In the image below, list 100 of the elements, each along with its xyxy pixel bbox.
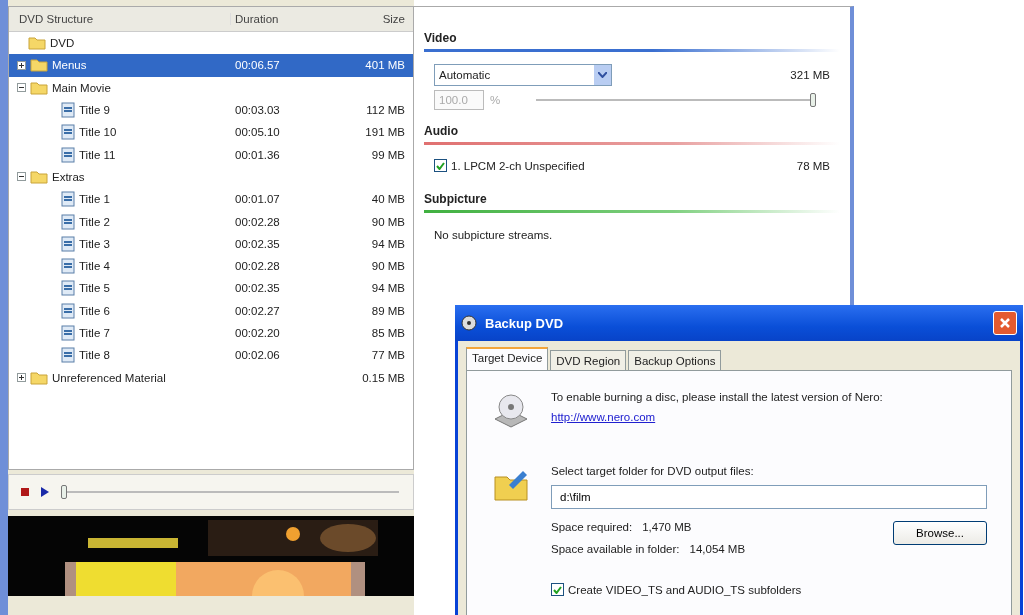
duration-cell: 00:02.35 bbox=[235, 282, 280, 295]
percent-unit: % bbox=[490, 94, 501, 106]
collapse-icon[interactable] bbox=[17, 83, 26, 93]
folder-field[interactable]: d:\film bbox=[551, 485, 987, 509]
size-cell: 89 MB bbox=[371, 304, 405, 317]
tree-label: Title 4 bbox=[79, 260, 110, 273]
tree-row[interactable]: Extras bbox=[9, 165, 413, 189]
column-header[interactable]: DVD Structure bbox=[9, 13, 230, 25]
slider-thumb[interactable] bbox=[810, 93, 816, 107]
tree-label: Extras bbox=[52, 170, 85, 183]
film-file-icon bbox=[61, 191, 75, 208]
duration-cell: 00:06.57 bbox=[235, 59, 280, 72]
tree-row[interactable]: Title 8 00:02.06 77 MB bbox=[9, 344, 413, 367]
folder-icon bbox=[30, 58, 48, 73]
tree-label: Title 9 bbox=[79, 104, 110, 117]
collapse-icon[interactable] bbox=[17, 172, 26, 182]
size-cell: 401 MB bbox=[365, 59, 405, 72]
tree-label: Title 2 bbox=[79, 215, 110, 228]
film-file-icon bbox=[61, 102, 75, 119]
field-label: Space required: bbox=[551, 521, 633, 533]
tree-row[interactable]: Title 2 00:02.28 90 MB bbox=[9, 210, 413, 233]
duration-cell: 00:02.27 bbox=[235, 304, 280, 317]
tree-row[interactable]: Title 10 00:05.10 191 MB bbox=[9, 121, 413, 144]
duration-cell: 00:02.06 bbox=[235, 349, 280, 362]
play-icon[interactable] bbox=[41, 487, 49, 497]
size-cell: 90 MB bbox=[371, 260, 405, 273]
section-heading: Audio bbox=[424, 124, 459, 138]
tree-label: Title 6 bbox=[79, 304, 110, 317]
film-file-icon bbox=[61, 235, 75, 252]
empty-message: No subpicture streams. bbox=[433, 228, 554, 243]
tree-label: DVD bbox=[50, 37, 75, 50]
duration-cell: 00:01.36 bbox=[235, 148, 280, 161]
field-label: Space available in folder: bbox=[551, 543, 680, 555]
disc-icon bbox=[461, 315, 477, 331]
section-heading: Video bbox=[424, 31, 458, 45]
size-cell: 0.15 MB bbox=[362, 371, 405, 384]
dialog-title: Backup DVD bbox=[485, 315, 565, 331]
column-header[interactable]: Duration bbox=[230, 13, 335, 25]
section-heading: Subpicture bbox=[424, 192, 488, 206]
film-file-icon bbox=[61, 146, 75, 163]
size-cell: 112 MB bbox=[366, 104, 405, 117]
size-cell: 191 MB bbox=[365, 126, 405, 139]
tab[interactable]: Backup Options bbox=[628, 350, 722, 370]
tree-row[interactable]: DVD bbox=[9, 32, 413, 55]
tab[interactable]: Target Device bbox=[466, 347, 549, 370]
film-file-icon bbox=[61, 124, 75, 141]
web-link[interactable]: http://www.nero.com bbox=[551, 411, 656, 423]
folder-icon bbox=[30, 169, 48, 184]
size-cell: 85 MB bbox=[371, 327, 405, 339]
checkbox[interactable] bbox=[434, 159, 447, 172]
caret-icon bbox=[598, 72, 607, 78]
tree-row[interactable]: Title 5 00:02.35 94 MB bbox=[9, 277, 413, 300]
size-value: 321 MB bbox=[790, 69, 830, 81]
field-label: Select target folder for DVD output files: bbox=[551, 465, 755, 477]
size-cell: 40 MB bbox=[371, 193, 405, 206]
tree-row[interactable]: Title 4 00:02.28 90 MB bbox=[9, 254, 413, 278]
tree-label: Title 8 bbox=[79, 349, 110, 362]
close-icon bbox=[999, 317, 1011, 329]
expand-icon[interactable] bbox=[17, 60, 26, 70]
tree-row[interactable]: Menus 00:06.57 401 MB bbox=[9, 54, 413, 77]
space-value: 14,054 MB bbox=[689, 543, 746, 555]
slider-thumb[interactable] bbox=[61, 485, 67, 499]
film-file-icon bbox=[61, 302, 75, 319]
folder-icon bbox=[30, 370, 48, 385]
duration-cell: 00:01.07 bbox=[235, 193, 280, 206]
duration-cell: 00:02.35 bbox=[235, 237, 280, 250]
tab[interactable]: DVD Region bbox=[550, 350, 627, 370]
column-header[interactable]: Size bbox=[335, 13, 413, 25]
duration-cell: 00:05.10 bbox=[235, 126, 280, 139]
size-value: 78 MB bbox=[796, 159, 830, 172]
checkbox[interactable] bbox=[551, 583, 564, 596]
tree-label: Unreferenced Material bbox=[52, 371, 166, 384]
film-file-icon bbox=[61, 347, 75, 364]
tree-label: Title 10 bbox=[79, 126, 117, 139]
tree-row[interactable]: Title 11 00:01.36 99 MB bbox=[9, 143, 413, 166]
film-file-icon bbox=[61, 213, 75, 230]
tree-row[interactable]: Main Movie bbox=[9, 76, 413, 99]
folder-icon bbox=[28, 36, 46, 51]
duration-cell: 00:03.03 bbox=[235, 104, 280, 117]
tree-row[interactable]: Title 6 00:02.27 89 MB bbox=[9, 299, 413, 322]
tree-row[interactable]: Title 9 00:03.03 112 MB bbox=[9, 98, 413, 122]
tree-label: Main Movie bbox=[52, 81, 111, 94]
tree-row[interactable]: Title 3 00:02.35 94 MB bbox=[9, 232, 413, 255]
size-cell: 94 MB bbox=[371, 237, 405, 250]
film-file-icon bbox=[61, 258, 75, 275]
tree-label: Title 3 bbox=[79, 237, 110, 250]
stream-label: 1. LPCM 2-ch Unspecified bbox=[451, 159, 585, 172]
tree-label: Title 7 bbox=[79, 327, 110, 339]
browse-button[interactable]: Browse... bbox=[893, 521, 987, 545]
duration-cell: 00:02.28 bbox=[235, 215, 280, 228]
size-cell: 94 MB bbox=[371, 282, 405, 295]
close-button[interactable] bbox=[993, 311, 1017, 335]
tree-row[interactable]: Title 7 00:02.20 85 MB bbox=[9, 321, 413, 345]
expand-icon[interactable] bbox=[17, 373, 26, 383]
mode-dropdown[interactable]: Automatic bbox=[434, 64, 612, 86]
tree-row[interactable]: Unreferenced Material 0.15 MB bbox=[9, 366, 413, 389]
size-cell: 77 MB bbox=[371, 349, 405, 362]
duration-cell: 00:02.28 bbox=[235, 260, 280, 273]
film-file-icon bbox=[61, 280, 75, 297]
tree-row[interactable]: Title 1 00:01.07 40 MB bbox=[9, 188, 413, 211]
